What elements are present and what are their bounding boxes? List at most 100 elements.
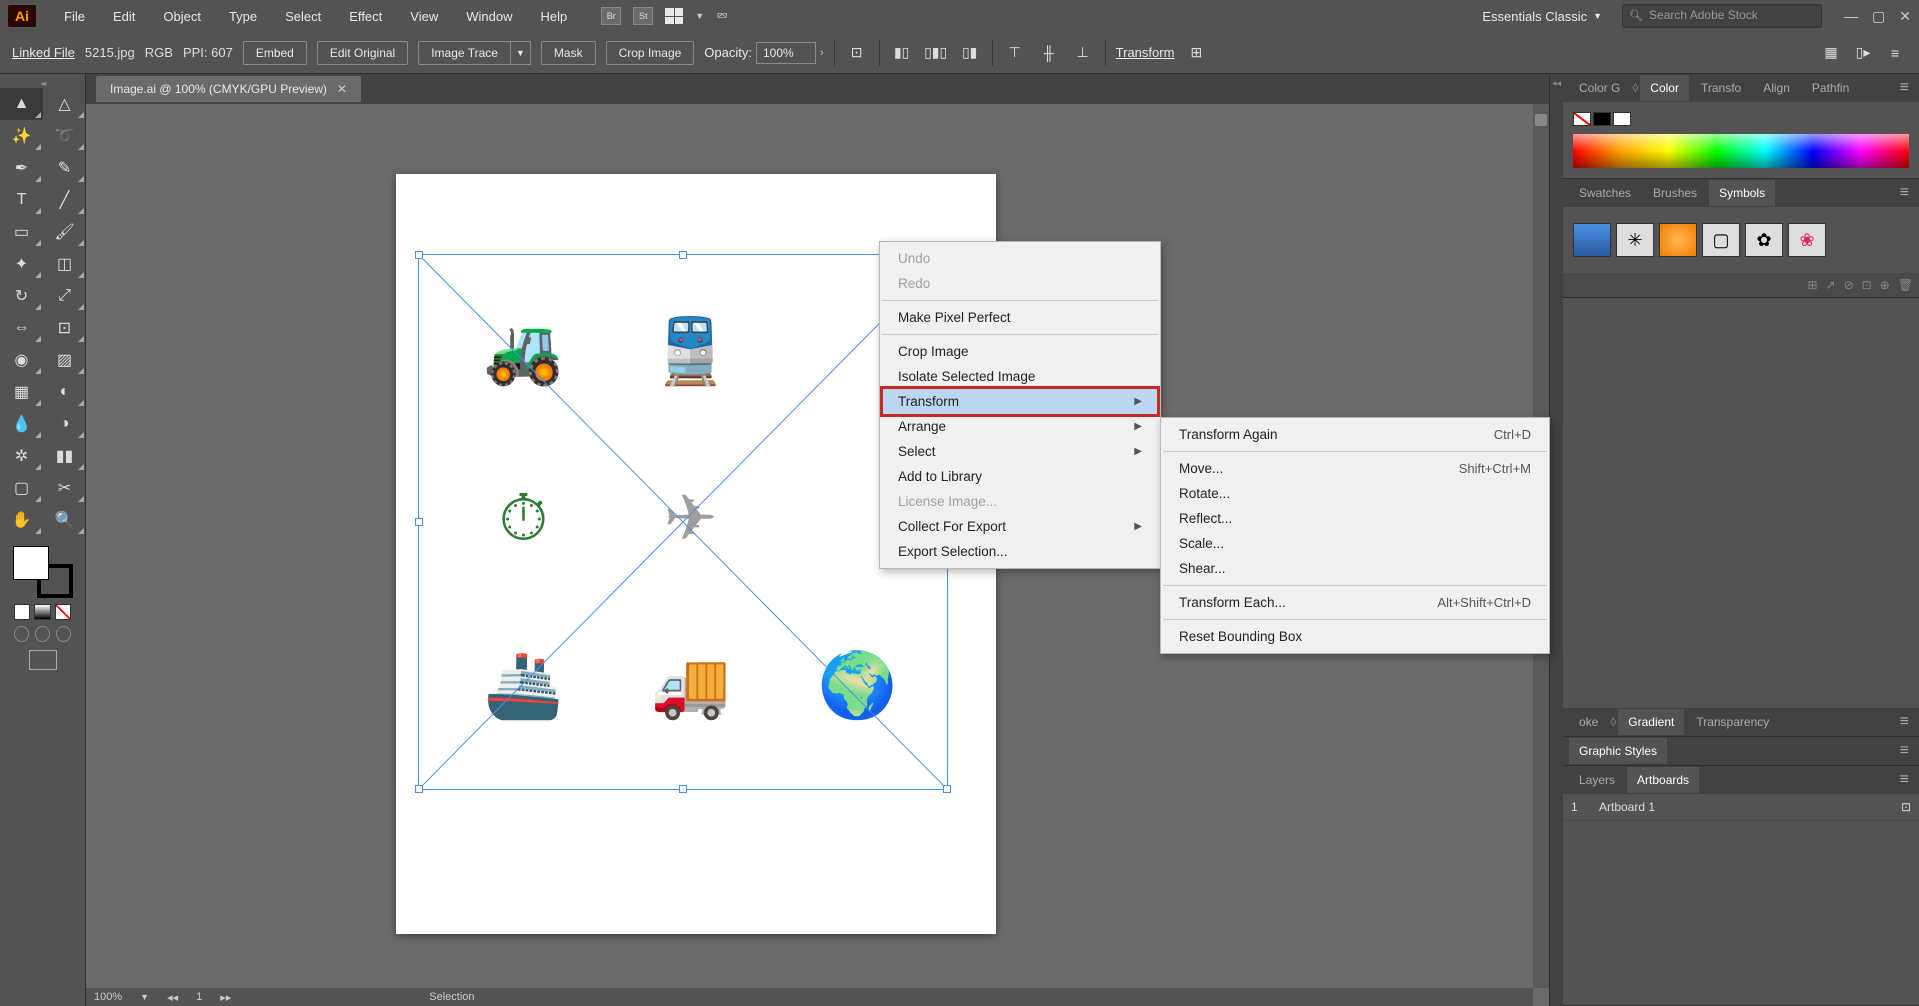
tab-brushes[interactable]: Brushes xyxy=(1643,180,1707,206)
break-link-icon[interactable]: ⊘ xyxy=(1844,278,1854,292)
rotate-tool[interactable]: ↻ xyxy=(0,280,43,312)
symbol-thumbnail[interactable]: ▢ xyxy=(1702,223,1740,257)
line-tool[interactable]: ╱ xyxy=(43,184,86,216)
selection-handle-bm[interactable] xyxy=(679,785,687,793)
panel-menu-icon[interactable]: ≡ xyxy=(1896,709,1913,735)
menu-item-scale[interactable]: Scale... xyxy=(1161,531,1549,556)
tools-drag-handle[interactable] xyxy=(0,78,85,88)
menu-item-arrange[interactable]: Arrange▶ xyxy=(880,414,1160,439)
menu-edit[interactable]: Edit xyxy=(99,3,149,30)
white-swatch[interactable] xyxy=(1613,112,1631,126)
transform-link[interactable]: Transform xyxy=(1116,45,1175,60)
gradient-tool[interactable]: ◐ xyxy=(43,376,86,408)
menu-item-rotate[interactable]: Rotate... xyxy=(1161,481,1549,506)
document-tab[interactable]: Image.ai @ 100% (CMYK/GPU Preview) ✕ xyxy=(96,76,361,102)
menu-item-add-to-library[interactable]: Add to Library xyxy=(880,464,1160,489)
graph-tool[interactable]: ▮▮ xyxy=(43,440,86,472)
tab-stroke[interactable]: oke xyxy=(1569,709,1608,735)
width-tool[interactable]: ⇔ xyxy=(0,312,43,344)
artboard-options-icon[interactable]: ⊡ xyxy=(1901,800,1911,814)
menu-item-reflect[interactable]: Reflect... xyxy=(1161,506,1549,531)
align-vcenter-icon[interactable]: ╫ xyxy=(1037,41,1061,65)
place-symbol-icon[interactable]: ↗ xyxy=(1826,278,1836,292)
panel-menu-icon[interactable]: ≡ xyxy=(1883,41,1907,65)
close-tab-icon[interactable]: ✕ xyxy=(337,82,347,96)
tab-artboards[interactable]: Artboards xyxy=(1627,767,1699,793)
chevron-down-icon[interactable]: ▼ xyxy=(140,992,149,1002)
fill-swatch[interactable] xyxy=(13,546,49,580)
align-left-icon[interactable]: ▮▯ xyxy=(890,41,914,65)
align-right-icon[interactable]: ▯▮ xyxy=(958,41,982,65)
minimize-button[interactable]: — xyxy=(1844,8,1858,25)
artboard-row[interactable]: 1 Artboard 1 ⊡ xyxy=(1563,794,1919,821)
chevron-down-icon[interactable]: ▼ xyxy=(695,11,704,21)
selection-bounding-box[interactable] xyxy=(418,254,948,790)
symbol-thumbnail[interactable] xyxy=(1659,223,1697,257)
menu-item-move[interactable]: Move...Shift+Ctrl+M xyxy=(1161,456,1549,481)
align-hcenter-icon[interactable]: ▯▮▯ xyxy=(924,41,948,65)
paintbrush-tool[interactable]: 🖌 xyxy=(43,216,86,248)
magic-wand-tool[interactable]: ✨ xyxy=(0,120,43,152)
symbol-thumbnail[interactable]: ✿ xyxy=(1745,223,1783,257)
menu-item-reset-bounding-box[interactable]: Reset Bounding Box xyxy=(1161,624,1549,649)
curvature-tool[interactable]: ✎ xyxy=(43,152,86,184)
menu-item-make-pixel-perfect[interactable]: Make Pixel Perfect xyxy=(880,305,1160,330)
fill-stroke-control[interactable] xyxy=(13,546,73,598)
symbol-thumbnail[interactable] xyxy=(1573,223,1611,257)
collapsed-panel-handle[interactable]: ◂◂ xyxy=(1549,74,1563,1006)
gpu-rocket-icon[interactable]: ⮹ xyxy=(716,8,728,25)
menu-item-crop-image[interactable]: Crop Image xyxy=(880,339,1160,364)
mask-button[interactable]: Mask xyxy=(541,41,596,65)
artboard-tool[interactable]: ▢ xyxy=(0,472,43,504)
workspace-switcher[interactable]: Essentials Classic ▼ xyxy=(1472,5,1612,28)
selection-handle-bl[interactable] xyxy=(415,785,423,793)
embed-button[interactable]: Embed xyxy=(243,41,307,65)
artboard-nav-next[interactable]: ▸▸ xyxy=(220,991,231,1004)
menu-select[interactable]: Select xyxy=(271,3,335,30)
panel-menu-icon[interactable]: ≡ xyxy=(1896,738,1913,764)
panel-menu-icon[interactable]: ≡ xyxy=(1896,180,1913,206)
none-mode-icon[interactable] xyxy=(55,604,71,620)
color-mode-icon[interactable] xyxy=(14,604,30,620)
image-trace-button[interactable]: Image Trace xyxy=(418,41,511,65)
selection-handle-ml[interactable] xyxy=(415,518,423,526)
symbol-libraries-icon[interactable]: ⊞ xyxy=(1807,278,1817,292)
menu-item-collect-for-export[interactable]: Collect For Export▶ xyxy=(880,514,1160,539)
selection-handle-tm[interactable] xyxy=(679,251,687,259)
draw-behind-icon[interactable] xyxy=(35,626,50,642)
scale-tool[interactable]: ⤢ xyxy=(43,280,86,312)
delete-symbol-icon[interactable]: 🗑 xyxy=(1898,278,1913,292)
menu-type[interactable]: Type xyxy=(215,3,271,30)
zoom-tool[interactable]: 🔍 xyxy=(43,504,86,536)
image-trace-dropdown[interactable]: ▼ xyxy=(511,41,531,65)
panel-menu-icon[interactable]: ≡ xyxy=(1896,75,1913,101)
zoom-level[interactable]: 100% xyxy=(94,991,122,1003)
isolate-icon[interactable]: ⊞ xyxy=(1184,41,1208,65)
tab-align[interactable]: Align xyxy=(1753,75,1800,101)
blend-tool[interactable]: ◑ xyxy=(43,408,86,440)
eraser-tool[interactable]: ◫ xyxy=(43,248,86,280)
symbol-options-icon[interactable]: ⊡ xyxy=(1862,278,1872,292)
stock-icon[interactable]: St xyxy=(633,7,653,25)
linked-file-link[interactable]: Linked File xyxy=(12,45,75,60)
type-tool[interactable]: T xyxy=(0,184,43,216)
screen-mode-icon[interactable] xyxy=(29,650,57,670)
selection-tool[interactable]: ▲ xyxy=(0,88,43,120)
tab-symbols[interactable]: Symbols xyxy=(1709,180,1775,206)
menu-help[interactable]: Help xyxy=(526,3,581,30)
tab-transparency[interactable]: Transparency xyxy=(1686,709,1779,735)
crop-artboard-icon[interactable]: ⊡ xyxy=(845,41,869,65)
selection-handle-br[interactable] xyxy=(943,785,951,793)
rectangle-tool[interactable]: ▭ xyxy=(0,216,43,248)
free-transform-tool[interactable]: ⊡ xyxy=(43,312,86,344)
tab-graphic-styles[interactable]: Graphic Styles xyxy=(1569,738,1667,764)
tab-layers[interactable]: Layers xyxy=(1569,767,1625,793)
direct-selection-tool[interactable]: △ xyxy=(43,88,86,120)
maximize-button[interactable]: ▢ xyxy=(1872,8,1885,25)
gradient-mode-icon[interactable] xyxy=(34,604,50,620)
align-top-icon[interactable]: ⊤ xyxy=(1003,41,1027,65)
black-swatch[interactable] xyxy=(1593,112,1611,126)
menu-item-transform-again[interactable]: Transform AgainCtrl+D xyxy=(1161,422,1549,447)
tab-pathfinder[interactable]: Pathfin xyxy=(1802,75,1859,101)
symbol-thumbnail[interactable]: ❀ xyxy=(1788,223,1826,257)
